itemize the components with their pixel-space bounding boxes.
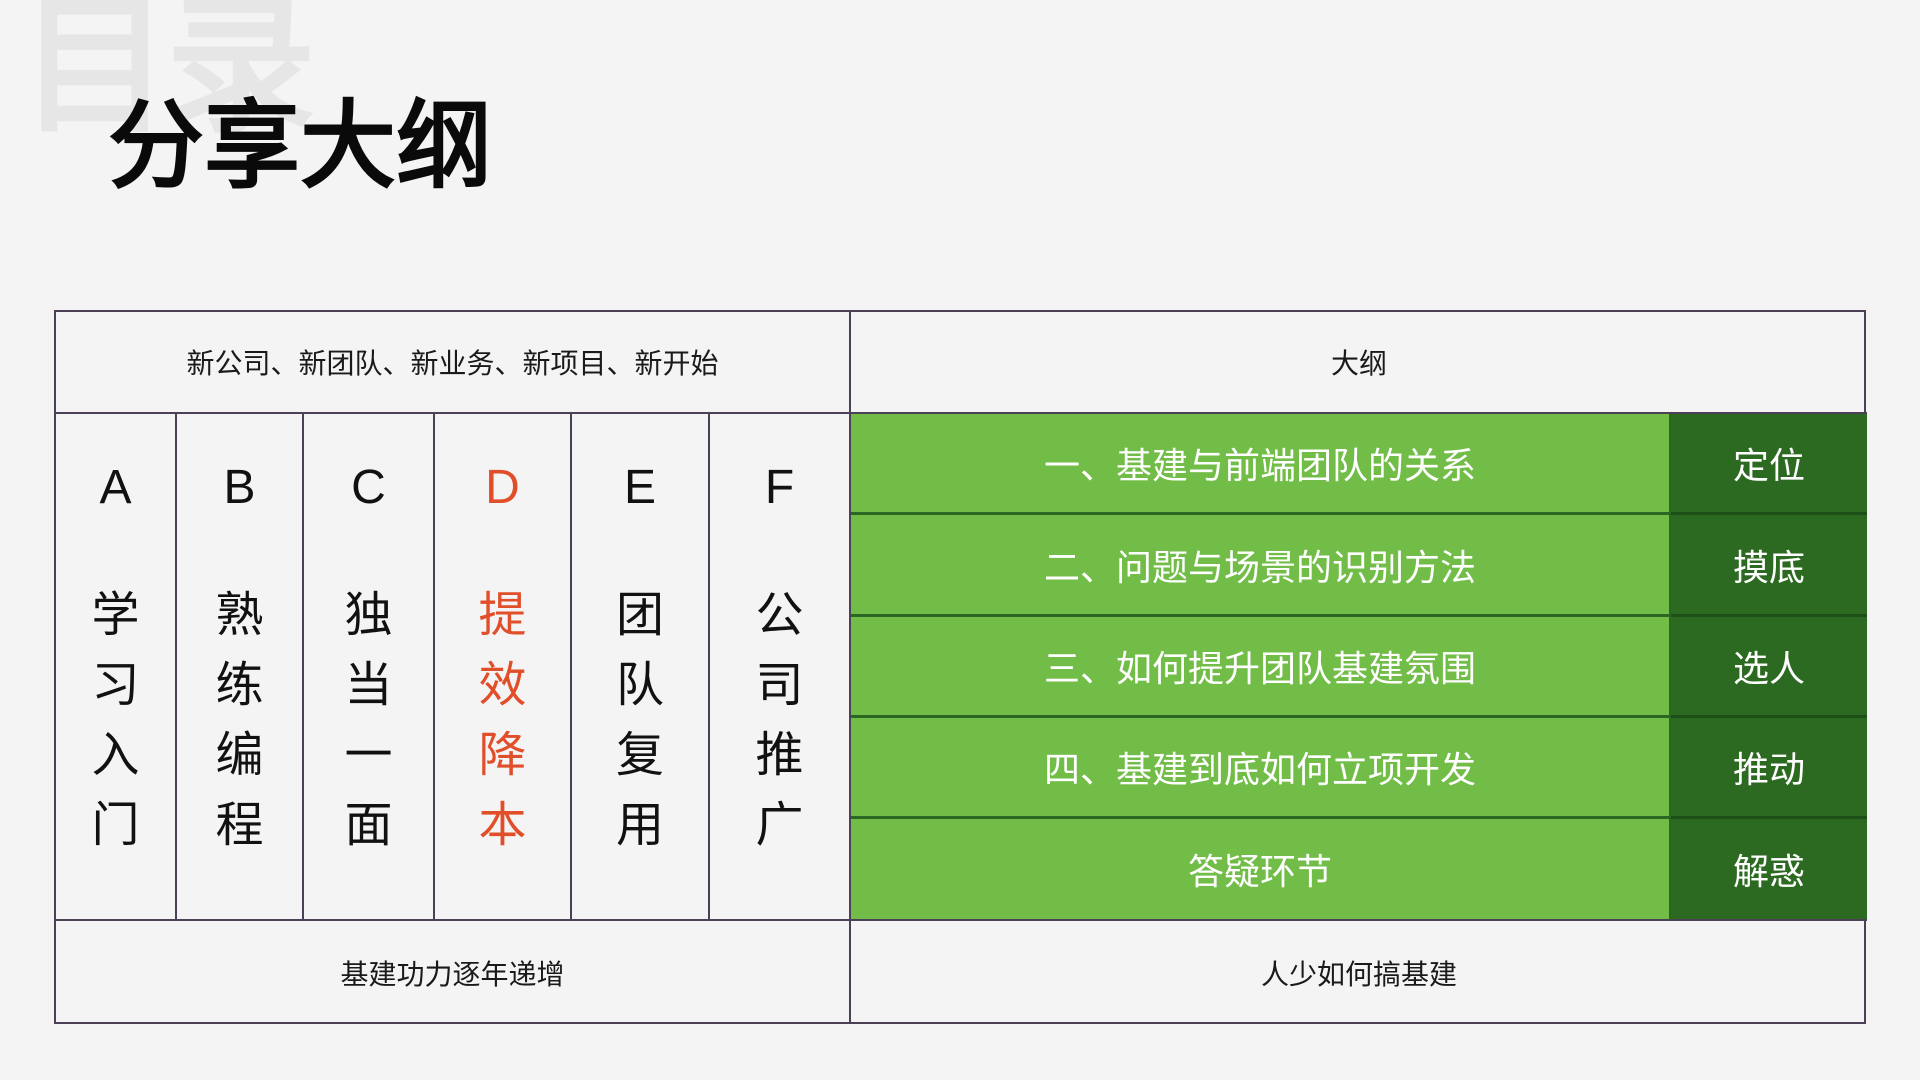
stage-letter: A <box>99 461 132 514</box>
stage-label-char: 面 <box>344 797 393 853</box>
outline-item: 一、基建与前端团队的关系 <box>851 414 1671 515</box>
stage-label-char: 独 <box>344 587 393 643</box>
stage-label-char: 熟 <box>215 587 264 643</box>
stage-label: 提效降本 <box>478 580 526 860</box>
stage-label-char: 程 <box>215 797 264 853</box>
stage-label: 独当一面 <box>344 580 392 860</box>
stage-label-char: 学 <box>91 587 140 643</box>
stage-label: 熟练编程 <box>215 580 263 860</box>
stage-label-char: 司 <box>755 657 804 713</box>
stage-label-char: 广 <box>755 797 804 853</box>
stage-letter: C <box>351 461 386 514</box>
stage-label-char: 队 <box>615 657 664 713</box>
stage-label-char: 提 <box>478 587 527 643</box>
stage-label-char: 门 <box>91 797 140 853</box>
outline-item: 四、基建到底如何立项开发 <box>851 718 1671 819</box>
page-title: 分享大纲 <box>108 90 492 202</box>
outline-tag: 定位 <box>1671 414 1867 515</box>
stage-label-char: 降 <box>478 727 527 783</box>
stage-label-char: 用 <box>615 797 664 853</box>
stage-letter: D <box>485 461 520 514</box>
outline-table: 新公司、新团队、新业务、新项目、新开始 大纲 基建功力逐年递增 人少如何搞基建 … <box>54 310 1867 1024</box>
outline-tag: 解惑 <box>1671 819 1867 921</box>
outline-tag: 摸底 <box>1671 515 1867 617</box>
stage-label: 团队复用 <box>616 580 664 860</box>
stage-letter: E <box>623 461 656 514</box>
footer-right: 人少如何搞基建 <box>1260 957 1457 991</box>
outline-item: 二、问题与场景的识别方法 <box>851 515 1671 617</box>
stage-label-char: 入 <box>91 727 140 783</box>
stage-label-char: 效 <box>478 657 527 713</box>
stage-column-d: D 提效降本 <box>435 414 572 921</box>
outline-item: 答疑环节 <box>851 819 1671 921</box>
outline-tag: 推动 <box>1671 718 1867 819</box>
stage-label-char: 习 <box>91 657 140 713</box>
outline-tag: 选人 <box>1671 617 1867 718</box>
stage-label-char: 一 <box>344 727 393 783</box>
stage-label-char: 推 <box>755 727 804 783</box>
header-left: 新公司、新团队、新业务、新项目、新开始 <box>56 312 851 414</box>
stage-label-char: 公 <box>755 587 804 643</box>
stage-label-char: 练 <box>215 657 264 713</box>
stage-column-f: F 公司推广 <box>710 414 851 921</box>
stage-label-char: 团 <box>615 587 664 643</box>
stage-label-char: 本 <box>478 797 527 853</box>
stage-column-e: E 团队复用 <box>572 414 710 921</box>
stage-letter: F <box>764 461 795 514</box>
stage-label-char: 编 <box>215 727 264 783</box>
outline-item: 三、如何提升团队基建氛围 <box>851 617 1671 718</box>
stage-column-c: C 独当一面 <box>304 414 435 921</box>
stage-label-char: 当 <box>344 657 393 713</box>
stage-label: 学习入门 <box>91 580 139 860</box>
stage-column-b: B 熟练编程 <box>177 414 304 921</box>
stage-letter: B <box>223 461 256 514</box>
stage-column-a: A 学习入门 <box>56 414 177 921</box>
stage-label: 公司推广 <box>755 580 803 860</box>
footer-left: 基建功力逐年递增 <box>56 921 851 1024</box>
header-right: 大纲 <box>851 312 1867 414</box>
stage-label-char: 复 <box>615 727 664 783</box>
